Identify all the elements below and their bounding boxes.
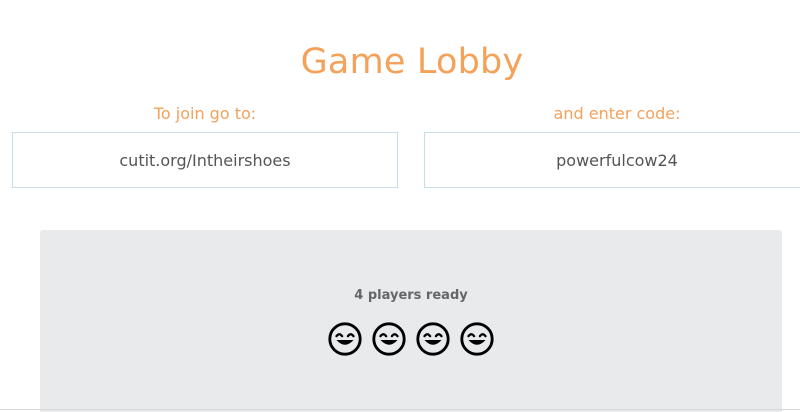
- players-panel: 4 players ready: [40, 230, 782, 412]
- join-url-label: To join go to:: [153, 104, 257, 123]
- player-list: [40, 320, 782, 358]
- smiling-face-icon: [416, 322, 450, 356]
- page-title: Game Lobby: [300, 42, 524, 82]
- join-url-field[interactable]: cutit.org/Intheirshoes: [12, 132, 398, 188]
- page-bottom-divider: [0, 409, 800, 410]
- smiling-face-icon: [372, 322, 406, 356]
- smiling-face-icon: [460, 322, 494, 356]
- join-code-field[interactable]: powerfulcow24: [424, 132, 800, 188]
- smiling-face-icon: [328, 322, 362, 356]
- join-code-label: and enter code:: [553, 104, 681, 123]
- game-lobby-page: Game Lobby To join go to: and enter code…: [0, 0, 800, 412]
- players-ready-status: 4 players ready: [354, 288, 468, 303]
